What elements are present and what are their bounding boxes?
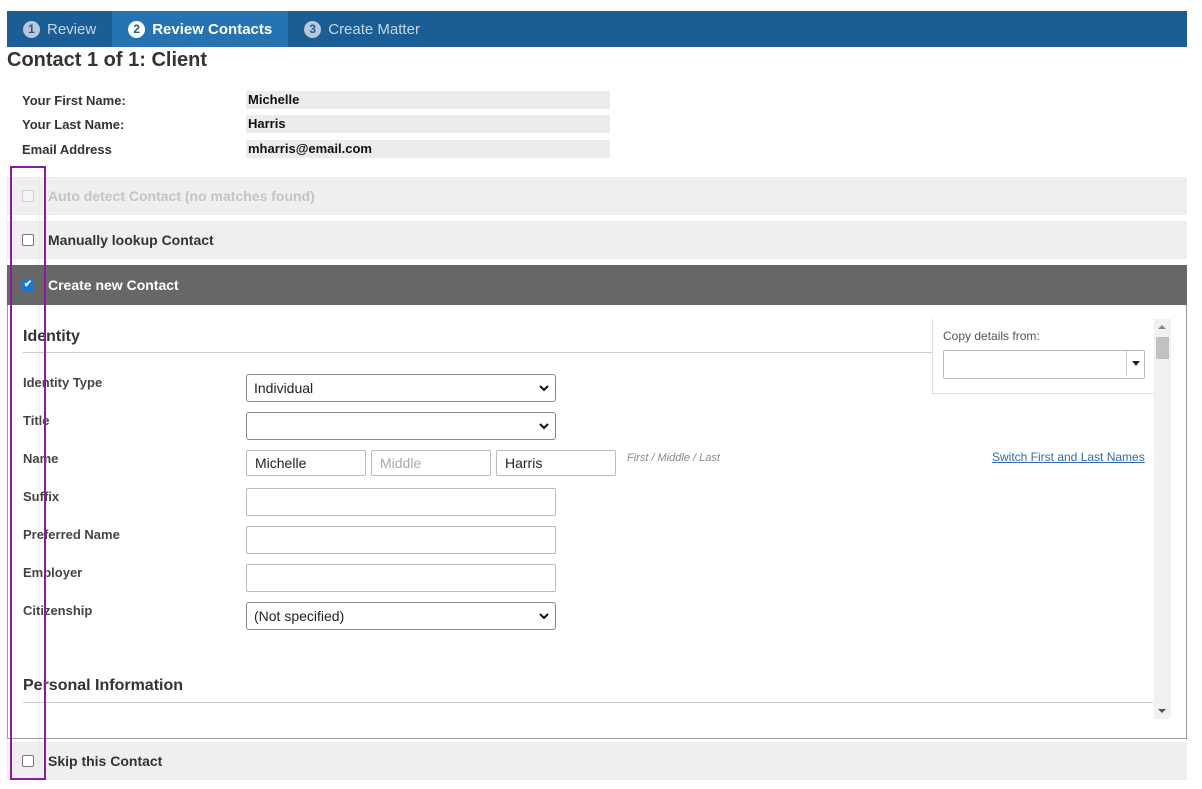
step-label: Create Matter <box>328 20 420 38</box>
title-select[interactable] <box>246 412 556 440</box>
citizenship-label: Citizenship <box>23 603 93 618</box>
step-number: 2 <box>128 20 146 38</box>
scroll-thumb[interactable] <box>1156 337 1169 359</box>
copy-details-box: Copy details from: <box>932 319 1156 394</box>
wizard-step-review[interactable]: 1 Review <box>7 11 112 47</box>
skip-contact-checkbox[interactable] <box>22 755 34 767</box>
wizard-step-create-matter[interactable]: 3 Create Matter <box>288 11 436 47</box>
skip-contact-option[interactable]: Skip this Contact <box>7 742 1187 780</box>
identity-divider <box>23 352 933 353</box>
email-value: mharris@email.com <box>246 140 610 158</box>
last-name-label: Your Last Name: <box>22 117 125 132</box>
preferred-name-label: Preferred Name <box>23 527 120 542</box>
email-label: Email Address <box>22 142 112 157</box>
middle-name-input[interactable]: Middle <box>371 450 491 476</box>
wizard-step-review-contacts[interactable]: 2 Review Contacts <box>112 11 289 47</box>
manual-lookup-checkbox[interactable] <box>22 234 34 246</box>
citizenship-value: (Not specified) <box>254 608 345 624</box>
preferred-name-input[interactable] <box>246 526 556 554</box>
identity-type-value: Individual <box>254 380 314 396</box>
chevron-down-icon <box>539 375 549 401</box>
scroll-up-icon[interactable] <box>1158 325 1166 329</box>
caret-down-icon <box>1126 351 1144 376</box>
personal-info-heading: Personal Information <box>23 677 184 694</box>
copy-details-label: Copy details from: <box>943 329 1040 343</box>
auto-detect-option: Auto detect Contact (no matches found) <box>7 177 1187 215</box>
last-name-value: Harris <box>246 115 610 133</box>
manual-lookup-option[interactable]: Manually lookup Contact <box>7 221 1187 259</box>
name-label: Name <box>23 451 59 466</box>
title-label: Title <box>23 413 50 428</box>
employer-label: Employer <box>23 565 83 580</box>
auto-detect-checkbox <box>22 190 34 202</box>
create-new-label[interactable]: Create new Contact <box>48 277 179 293</box>
auto-detect-label: Auto detect Contact (no matches found) <box>48 188 315 204</box>
step-label: Review <box>47 20 97 38</box>
step-number: 3 <box>304 20 322 38</box>
identity-type-select[interactable]: Individual <box>246 374 556 402</box>
panel-scrollbar[interactable] <box>1154 319 1171 719</box>
personal-info-divider <box>23 702 1153 703</box>
first-name-input[interactable]: Michelle <box>246 450 366 476</box>
create-new-option[interactable]: ✔ Create new Contact <box>7 265 1187 305</box>
skip-contact-label[interactable]: Skip this Contact <box>48 753 162 769</box>
copy-details-select[interactable] <box>943 350 1145 379</box>
last-name-input[interactable]: Harris <box>496 450 616 476</box>
create-new-checkbox[interactable]: ✔ <box>22 279 34 291</box>
manual-lookup-label[interactable]: Manually lookup Contact <box>48 232 214 248</box>
switch-names-link[interactable]: Switch First and Last Names <box>992 450 1145 464</box>
wizard-tabs: 1 Review 2 Review Contacts 3 Create Matt… <box>7 11 1187 47</box>
first-name-value: Michelle <box>246 91 610 109</box>
suffix-input[interactable] <box>246 488 556 516</box>
chevron-down-icon <box>539 603 549 629</box>
scroll-down-icon[interactable] <box>1158 709 1166 713</box>
identity-type-label: Identity Type <box>23 375 103 390</box>
page-title: Contact 1 of 1: Client <box>7 49 208 71</box>
step-label: Review Contacts <box>152 20 273 38</box>
identity-heading: Identity <box>23 328 80 345</box>
create-contact-panel: Identity Identity Type Individual Title … <box>7 305 1187 739</box>
citizenship-select[interactable]: (Not specified) <box>246 602 556 630</box>
employer-input[interactable] <box>246 564 556 592</box>
chevron-down-icon <box>539 413 549 439</box>
step-number: 1 <box>23 20 40 38</box>
name-hint: First / Middle / Last <box>627 452 720 464</box>
first-name-label: Your First Name: <box>22 93 126 108</box>
suffix-label: Suffix <box>23 489 60 504</box>
